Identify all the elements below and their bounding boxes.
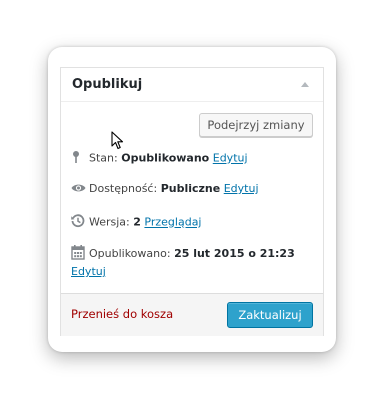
edit-published-date-link[interactable]: Edytuj <box>71 265 106 278</box>
publish-card: Opublikuj Podejrzyj zmiany Stan: Opublik… <box>48 47 336 352</box>
move-to-trash-link[interactable]: Przenieś do kosza <box>71 307 173 321</box>
published-value: 25 lut 2015 o 21:23 <box>174 247 295 260</box>
revisions-label: Wersja: <box>89 215 130 229</box>
published-row: Opublikowano: 25 lut 2015 o 21:23 <box>71 245 295 263</box>
mouse-cursor-icon <box>111 131 125 155</box>
publish-metabox: Opublikuj Podejrzyj zmiany Stan: Opublik… <box>60 67 324 336</box>
status-row: Stan: Opublikowano Edytuj <box>71 150 248 167</box>
calendar-icon <box>71 245 89 263</box>
visibility-label: Dostępność: <box>89 182 158 195</box>
visibility-row: Dostępność: Publiczne Edytuj <box>71 182 259 196</box>
revisions-row: Wersja: 2 Przeglądaj <box>71 214 201 231</box>
published-edit-row: Edytuj <box>71 265 106 278</box>
eye-icon <box>71 183 89 196</box>
published-label: Opublikowano: <box>89 247 171 260</box>
metabox-title: Opublikuj <box>72 77 143 92</box>
pin-icon <box>71 150 89 167</box>
update-button[interactable]: Zaktualizuj <box>227 302 313 328</box>
edit-visibility-link[interactable]: Edytuj <box>224 182 259 195</box>
publish-actions: Przenieś do kosza Zaktualizuj <box>61 293 323 336</box>
preview-changes-button[interactable]: Podejrzyj zmiany <box>199 113 313 137</box>
revisions-value: 2 <box>133 215 141 229</box>
visibility-value: Publiczne <box>160 182 221 195</box>
edit-status-link[interactable]: Edytuj <box>213 152 248 165</box>
metabox-header[interactable]: Opublikuj <box>61 68 323 102</box>
status-value: Opublikowano <box>121 151 210 165</box>
screenshot-stage: Opublikuj Podejrzyj zmiany Stan: Opublik… <box>0 0 385 400</box>
arrow-up-icon[interactable] <box>301 82 309 87</box>
browse-revisions-link[interactable]: Przeglądaj <box>144 216 201 229</box>
history-icon <box>71 214 89 231</box>
